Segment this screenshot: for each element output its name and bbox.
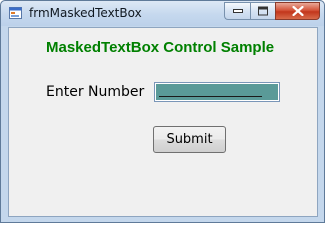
form-client-area: MaskedTextBox Control Sample Enter Numbe… — [8, 27, 318, 217]
close-button[interactable] — [275, 2, 320, 20]
form-heading: MaskedTextBox Control Sample — [46, 39, 275, 56]
window-title: frmMaskedTextBox — [29, 6, 142, 20]
maximize-button[interactable] — [250, 2, 275, 20]
app-window: frmMaskedTextBox MaskedTextBox Control S… — [0, 0, 325, 223]
masked-number-input[interactable] — [154, 82, 280, 102]
form-app-icon — [9, 7, 22, 19]
maximize-icon — [258, 6, 268, 16]
enter-number-label: Enter Number — [46, 84, 145, 100]
submit-button[interactable]: Submit — [153, 126, 226, 153]
input-mask-placeholder — [159, 96, 262, 97]
masked-input-selection — [156, 84, 278, 100]
title-bar[interactable]: frmMaskedTextBox — [1, 1, 324, 26]
close-icon — [292, 6, 303, 16]
minimize-icon — [232, 9, 243, 13]
minimize-button[interactable] — [224, 2, 250, 20]
